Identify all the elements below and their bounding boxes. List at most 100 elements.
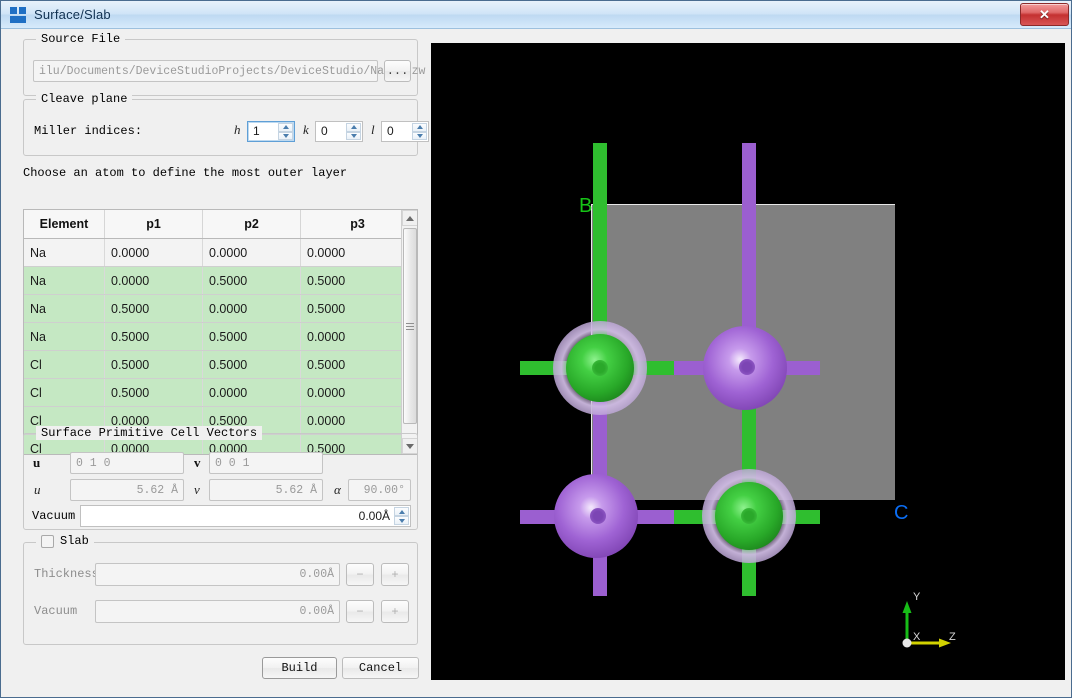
table-row[interactable]: Na0.50000.00000.5000	[24, 295, 415, 323]
table-row[interactable]: Cl0.50000.50000.5000	[24, 351, 415, 379]
browse-file-button[interactable]: ...	[384, 60, 411, 82]
miller-k-step-up[interactable]	[346, 123, 361, 132]
slab-group-title: Slab	[60, 534, 89, 548]
cleave-plane-group: Cleave plane Miller indices: h 1 k 0 l	[23, 99, 418, 156]
atom-cell-p1: 0.5000	[105, 351, 203, 379]
atom-cell-p2: 0.0000	[203, 295, 301, 323]
cell-vacuum-steppers[interactable]	[394, 507, 409, 525]
column-header-p1[interactable]: p1	[105, 210, 203, 239]
axis-label-c: C	[894, 502, 908, 525]
atom-cell-element: Na	[24, 295, 105, 323]
atom-cell-p3: 0.0000	[301, 379, 415, 407]
atom-cell-p1: 0.0000	[105, 239, 203, 267]
table-row[interactable]: Na0.00000.50000.5000	[24, 267, 415, 295]
atom-center-dot-cl-bottom-left	[590, 508, 606, 524]
slab-group: Slab Thickness 0.00Å − + Vacuum 0.00Å − …	[23, 542, 418, 645]
table-header-row: Element p1 p2 p3	[24, 210, 415, 239]
settings-panel: Source File ilu/Documents/DeviceStudioPr…	[1, 29, 429, 698]
slab-thickness-increment-button[interactable]: +	[381, 563, 409, 586]
table-row[interactable]: Na0.50000.50000.0000	[24, 323, 415, 351]
miller-h-input[interactable]: 1	[247, 121, 295, 142]
atom-table[interactable]: Element p1 p2 p3 Na0.00000.00000.0000Na0…	[23, 209, 418, 455]
atom-cell-p2: 0.0000	[203, 239, 301, 267]
slab-vacuum-decrement-button[interactable]: −	[346, 600, 374, 623]
slab-vacuum-increment-button[interactable]: +	[381, 600, 409, 623]
atom-cell-p3: 0.0000	[301, 239, 415, 267]
cell-vacuum-label: Vacuum	[32, 509, 75, 523]
miller-l-input[interactable]: 0	[381, 121, 429, 142]
window-title: Surface/Slab	[34, 7, 111, 22]
source-file-path-input[interactable]: ilu/Documents/DeviceStudioProjects/Devic…	[33, 60, 378, 82]
miller-l-label: l	[371, 122, 375, 138]
table-row[interactable]: Na0.00000.00000.0000	[24, 239, 415, 267]
column-header-p2[interactable]: p2	[203, 210, 301, 239]
v-length-value: 5.62 Å	[209, 479, 323, 501]
atom-cell-element: Na	[24, 323, 105, 351]
alpha-angle-value: 90.00°	[348, 479, 411, 501]
axis-label-b: B	[579, 195, 592, 218]
u-vector-input[interactable]: 0 1 0	[70, 452, 184, 474]
atom-cell-p2: 0.5000	[203, 267, 301, 295]
v-length-label: v	[194, 482, 200, 498]
cell-vacuum-step-down[interactable]	[394, 516, 409, 525]
atom-cell-p3: 0.5000	[301, 351, 415, 379]
miller-l-steppers[interactable]	[412, 123, 427, 140]
cell-vacuum-input[interactable]: 0.00Å	[80, 505, 411, 527]
atom-cell-element: Na	[24, 239, 105, 267]
atom-cell-element: Na	[24, 267, 105, 295]
atom-center-dot-na-top-left	[592, 360, 608, 376]
v-vector-label: v	[194, 455, 201, 471]
cleave-plane-group-title: Cleave plane	[36, 92, 132, 106]
slab-thickness-label: Thickness	[34, 567, 99, 581]
atom-cell-element: Cl	[24, 351, 105, 379]
atom-cell-p2: 0.5000	[203, 351, 301, 379]
cell-vectors-group: Surface Primitive Cell Vectors u 0 1 0 v…	[23, 433, 418, 530]
table-row[interactable]: Cl0.50000.00000.0000	[24, 379, 415, 407]
alpha-angle-label: α	[334, 482, 341, 498]
slab-vacuum-input[interactable]: 0.00Å	[95, 600, 340, 623]
miller-h-step-down[interactable]	[278, 132, 293, 141]
u-length-value: 5.62 Å	[70, 479, 184, 501]
miller-h-steppers[interactable]	[278, 123, 293, 140]
atom-table-scrollbar[interactable]	[401, 210, 417, 454]
scrollbar-thumb[interactable]	[403, 228, 417, 424]
cell-vectors-group-title: Surface Primitive Cell Vectors	[36, 426, 262, 440]
cell-vacuum-step-up[interactable]	[394, 507, 409, 516]
v-vector-input[interactable]: 0 0 1	[209, 452, 323, 474]
build-button[interactable]: Build	[262, 657, 337, 679]
miller-k-steppers[interactable]	[346, 123, 361, 140]
source-file-group: Source File ilu/Documents/DeviceStudioPr…	[23, 39, 418, 96]
miller-l-step-up[interactable]	[412, 123, 427, 132]
close-button[interactable]: ✕	[1020, 3, 1069, 26]
miller-k-step-down[interactable]	[346, 132, 361, 141]
atom-cell-p3: 0.5000	[301, 295, 415, 323]
scrollbar-grip-icon	[406, 321, 414, 332]
column-header-p3[interactable]: p3	[301, 210, 415, 239]
atom-cell-p3: 0.0000	[301, 323, 415, 351]
scroll-up-arrow-icon[interactable]	[402, 210, 418, 226]
atom-cell-p3: 0.0000	[301, 407, 415, 435]
slab-vacuum-label: Vacuum	[34, 604, 77, 618]
column-header-element[interactable]: Element	[24, 210, 105, 239]
atom-cell-p3: 0.5000	[301, 267, 415, 295]
miller-h-label: h	[234, 122, 241, 138]
slab-checkbox[interactable]	[41, 535, 54, 548]
atom-cell-p2: 0.0000	[203, 379, 301, 407]
close-icon: ✕	[1039, 8, 1050, 21]
miller-h-step-up[interactable]	[278, 123, 293, 132]
miller-k-label: k	[303, 122, 309, 138]
slab-thickness-decrement-button[interactable]: −	[346, 563, 374, 586]
miller-k-input[interactable]: 0	[315, 121, 363, 142]
slab-thickness-input[interactable]: 0.00Å	[95, 563, 340, 586]
cancel-button[interactable]: Cancel	[342, 657, 419, 679]
atom-center-dot-na-bottom-right	[741, 508, 757, 524]
axis-label-x: X	[913, 631, 920, 643]
atom-table-caption: Choose an atom to define the most outer …	[23, 166, 347, 180]
surface-slab-dialog: Surface/Slab ✕ Source File ilu/Documents…	[0, 0, 1072, 698]
miller-l-step-down[interactable]	[412, 132, 427, 141]
structure-viewport[interactable]: B C	[431, 43, 1065, 680]
u-vector-label: u	[33, 455, 40, 471]
atom-cell-p2: 0.5000	[203, 323, 301, 351]
miller-indices-label: Miller indices:	[34, 124, 142, 138]
u-length-label: u	[34, 482, 41, 498]
